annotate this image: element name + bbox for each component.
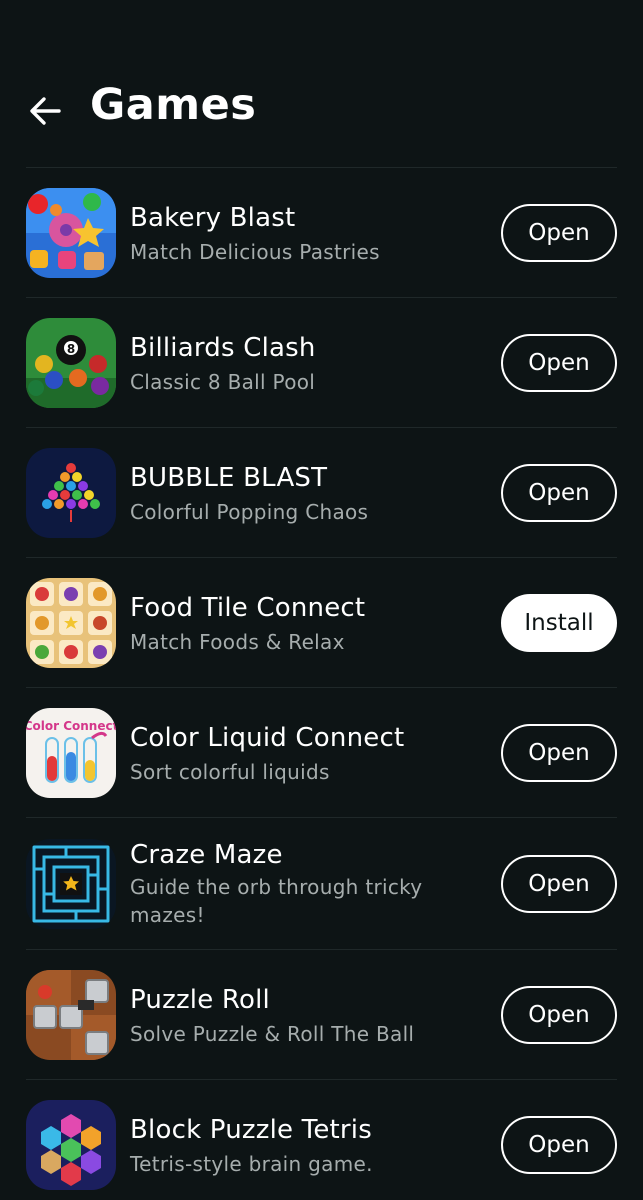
header: Games bbox=[0, 60, 643, 160]
list-item[interactable]: Block Puzzle Tetris Tetris-style brain g… bbox=[0, 1080, 643, 1200]
app-description: Classic 8 Ball Pool bbox=[130, 370, 316, 394]
list-item[interactable]: Food Tile Connect Match Foods & Relax In… bbox=[0, 558, 643, 687]
back-button[interactable] bbox=[22, 88, 68, 134]
billiards-clash-icon: 8 bbox=[26, 318, 116, 408]
list-item[interactable]: 8 Billiards Clash Classic 8 Ball Pool Op… bbox=[0, 298, 643, 427]
app-description: Match Foods & Relax bbox=[130, 630, 345, 654]
open-button[interactable]: Open bbox=[501, 1116, 617, 1174]
app-description: Solve Puzzle & Roll The Ball bbox=[130, 1022, 415, 1046]
open-button[interactable]: Open bbox=[501, 204, 617, 262]
app-name: Puzzle Roll bbox=[130, 985, 270, 1015]
app-name: Color Liquid Connect bbox=[130, 723, 405, 753]
app-name: Billiards Clash bbox=[130, 333, 316, 363]
bakery-blast-icon bbox=[26, 188, 116, 278]
install-button[interactable]: Install bbox=[501, 594, 617, 652]
app-description: Guide the orb through tricky mazes! bbox=[130, 875, 423, 927]
svg-text:8: 8 bbox=[67, 342, 75, 356]
app-name: Bakery Blast bbox=[130, 203, 296, 233]
color-liquid-connect-icon: Color Connect bbox=[26, 708, 116, 798]
open-button[interactable]: Open bbox=[501, 986, 617, 1044]
icon-text: Color Connect bbox=[26, 719, 116, 733]
puzzle-roll-icon bbox=[26, 970, 116, 1060]
craze-maze-icon bbox=[26, 839, 116, 929]
app-description: Match Delicious Pastries bbox=[130, 240, 380, 264]
games-list: Bakery Blast Match Delicious Pastries Op… bbox=[0, 167, 643, 1200]
app-name: Craze Maze bbox=[130, 840, 283, 870]
list-item[interactable]: Color Connect Color Liquid Connect Sort … bbox=[0, 688, 643, 817]
open-button[interactable]: Open bbox=[501, 334, 617, 392]
app-description: Tetris-style brain game. bbox=[130, 1152, 373, 1176]
app-description: Colorful Popping Chaos bbox=[130, 500, 369, 524]
list-item[interactable]: Puzzle Roll Solve Puzzle & Roll The Ball… bbox=[0, 950, 643, 1079]
list-item[interactable]: BUBBLE BLAST Colorful Popping Chaos Open bbox=[0, 428, 643, 557]
open-button[interactable]: Open bbox=[501, 724, 617, 782]
list-item[interactable]: Craze Maze Guide the orb through tricky … bbox=[0, 818, 643, 949]
app-name: Food Tile Connect bbox=[130, 593, 366, 623]
arrow-left-icon bbox=[30, 97, 61, 125]
block-puzzle-tetris-icon bbox=[26, 1100, 116, 1190]
bubble-blast-icon bbox=[26, 448, 116, 538]
page-title: Games bbox=[90, 80, 257, 130]
app-name: Block Puzzle Tetris bbox=[130, 1115, 372, 1145]
food-tile-connect-icon bbox=[26, 578, 116, 668]
app-description: Sort colorful liquids bbox=[130, 760, 330, 784]
open-button[interactable]: Open bbox=[501, 464, 617, 522]
list-item[interactable]: Bakery Blast Match Delicious Pastries Op… bbox=[0, 168, 643, 297]
open-button[interactable]: Open bbox=[501, 855, 617, 913]
app-name: BUBBLE BLAST bbox=[130, 463, 328, 493]
games-screen: Games Bakery Blast Match Delicious Pastr… bbox=[0, 0, 643, 1200]
